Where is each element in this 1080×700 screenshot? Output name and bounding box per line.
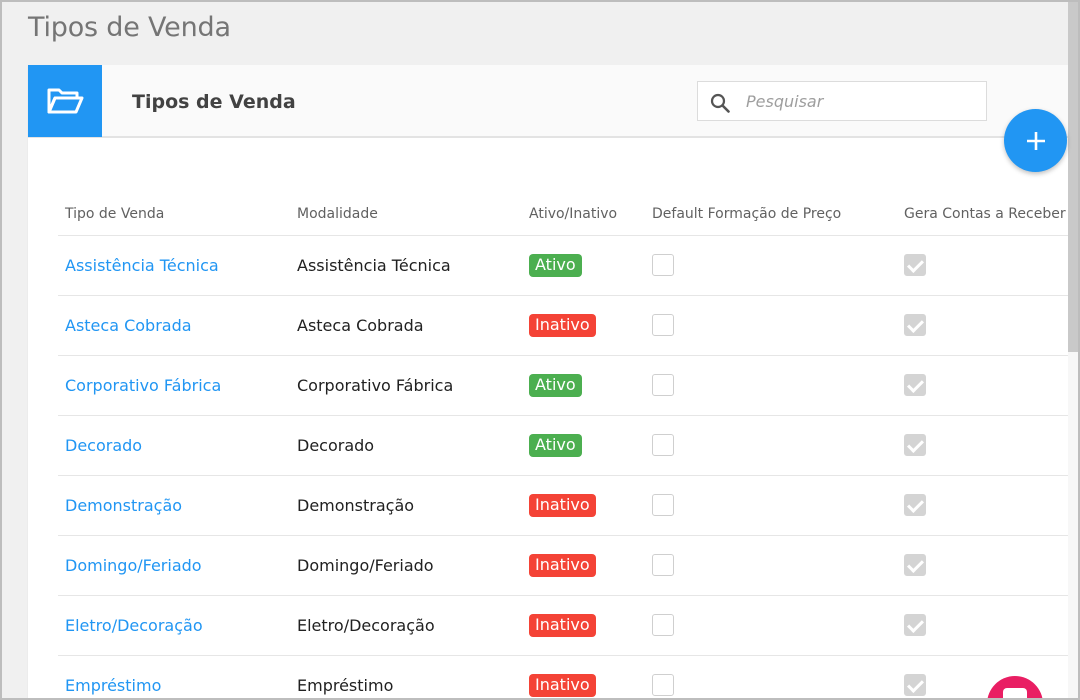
- search-box[interactable]: [697, 81, 987, 121]
- table-row: Decorado Decorado Ativo: [58, 415, 1068, 476]
- default-preco-checkbox[interactable]: [652, 674, 674, 696]
- header-default-formacao-preco[interactable]: Default Formação de Preço: [652, 193, 904, 236]
- table-row: Eletro/Decoração Eletro/Decoração Inativo: [58, 595, 1068, 656]
- modalidade-cell: Decorado: [290, 415, 522, 476]
- header-tipo-de-venda[interactable]: Tipo de Venda: [58, 193, 290, 236]
- modalidade-cell: Assistência Técnica: [290, 235, 522, 296]
- tipo-de-venda-link[interactable]: Asteca Cobrada: [58, 295, 290, 356]
- modalidade-cell: Domingo/Feriado: [290, 535, 522, 596]
- gera-contas-checkbox[interactable]: [904, 434, 926, 456]
- status-badge: Inativo: [529, 613, 596, 637]
- table-row: Asteca Cobrada Asteca Cobrada Inativo: [58, 295, 1068, 356]
- gera-contas-checkbox[interactable]: [904, 494, 926, 516]
- page-title: Tipos de Venda: [28, 12, 231, 43]
- modalidade-cell: Eletro/Decoração: [290, 595, 522, 656]
- gera-contas-cell: [904, 655, 1068, 700]
- card-title: Tipos de Venda: [132, 91, 296, 113]
- table-header-row: Tipo de Venda Modalidade Ativo/Inativo D…: [58, 193, 1068, 236]
- modalidade-cell: Empréstimo: [290, 655, 522, 700]
- default-preco-cell: [652, 355, 904, 416]
- table-row: Demonstração Demonstração Inativo: [58, 475, 1068, 536]
- status-cell: Inativo: [522, 595, 652, 656]
- tipo-de-venda-link[interactable]: Demonstração: [58, 475, 290, 536]
- status-badge: Ativo: [529, 253, 582, 277]
- default-preco-cell: [652, 475, 904, 536]
- default-preco-cell: [652, 295, 904, 356]
- modalidade-cell: Asteca Cobrada: [290, 295, 522, 356]
- gera-contas-cell: [904, 295, 1068, 356]
- default-preco-checkbox[interactable]: [652, 374, 674, 396]
- card-header: Tipos de Venda: [28, 65, 1068, 138]
- gera-contas-cell: [904, 475, 1068, 536]
- default-preco-cell: [652, 655, 904, 700]
- add-button[interactable]: [1004, 109, 1067, 172]
- gera-contas-checkbox[interactable]: [904, 374, 926, 396]
- gera-contas-checkbox[interactable]: [904, 314, 926, 336]
- status-cell: Ativo: [522, 235, 652, 296]
- table-container: Tipo de Venda Modalidade Ativo/Inativo D…: [58, 193, 1068, 700]
- table-row: Empréstimo Empréstimo Inativo: [58, 655, 1068, 700]
- gera-contas-cell: [904, 595, 1068, 656]
- table-row: Assistência Técnica Assistência Técnica At…: [58, 235, 1068, 296]
- status-badge: Ativo: [529, 373, 582, 397]
- gera-contas-cell: [904, 235, 1068, 296]
- default-preco-checkbox[interactable]: [652, 434, 674, 456]
- search-input[interactable]: [746, 82, 976, 120]
- chat-icon: [1003, 688, 1027, 700]
- status-cell: Ativo: [522, 415, 652, 476]
- modalidade-cell: Corporativo Fábrica: [290, 355, 522, 416]
- gera-contas-checkbox[interactable]: [904, 674, 926, 696]
- default-preco-checkbox[interactable]: [652, 314, 674, 336]
- status-cell: Inativo: [522, 295, 652, 356]
- search-icon: [710, 93, 730, 118]
- scrollbar-thumb[interactable]: [1068, 2, 1078, 352]
- gera-contas-cell: [904, 415, 1068, 476]
- gera-contas-checkbox[interactable]: [904, 614, 926, 636]
- table-row: Domingo/Feriado Domingo/Feriado Inativo: [58, 535, 1068, 596]
- gera-contas-cell: [904, 355, 1068, 416]
- status-badge: Inativo: [529, 313, 596, 337]
- gera-contas-checkbox[interactable]: [904, 554, 926, 576]
- tipo-de-venda-link[interactable]: Corporativo Fábrica: [58, 355, 290, 416]
- gera-contas-checkbox[interactable]: [904, 254, 926, 276]
- tipos-de-venda-table: Tipo de Venda Modalidade Ativo/Inativo D…: [58, 193, 1068, 700]
- default-preco-cell: [652, 415, 904, 476]
- tipo-de-venda-link[interactable]: Decorado: [58, 415, 290, 476]
- default-preco-checkbox[interactable]: [652, 254, 674, 276]
- default-preco-checkbox[interactable]: [652, 494, 674, 516]
- plus-icon: [1026, 131, 1045, 150]
- status-cell: Inativo: [522, 535, 652, 596]
- status-badge: Inativo: [529, 493, 596, 517]
- folder-open-icon: [28, 65, 102, 137]
- status-badge: Ativo: [529, 433, 582, 457]
- default-preco-checkbox[interactable]: [652, 614, 674, 636]
- status-cell: Inativo: [522, 475, 652, 536]
- default-preco-cell: [652, 535, 904, 596]
- default-preco-cell: [652, 235, 904, 296]
- default-preco-cell: [652, 595, 904, 656]
- table-row: Corporativo Fábrica Corporativo Fábrica At…: [58, 355, 1068, 416]
- tipo-de-venda-link[interactable]: Empréstimo: [58, 655, 290, 700]
- status-badge: Inativo: [529, 553, 596, 577]
- tipo-de-venda-link[interactable]: Eletro/Decoração: [58, 595, 290, 656]
- tipo-de-venda-link[interactable]: Domingo/Feriado: [58, 535, 290, 596]
- status-cell: Ativo: [522, 355, 652, 416]
- default-preco-checkbox[interactable]: [652, 554, 674, 576]
- header-modalidade[interactable]: Modalidade: [290, 193, 522, 236]
- status-cell: Inativo: [522, 655, 652, 700]
- header-ativo-inativo[interactable]: Ativo/Inativo: [522, 193, 652, 236]
- status-badge: Inativo: [529, 673, 596, 697]
- tipo-de-venda-link[interactable]: Assistência Técnica: [58, 235, 290, 296]
- modalidade-cell: Demonstração: [290, 475, 522, 536]
- gera-contas-cell: [904, 535, 1068, 596]
- header-gera-contas-receber[interactable]: Gera Contas a Receber: [904, 193, 1068, 236]
